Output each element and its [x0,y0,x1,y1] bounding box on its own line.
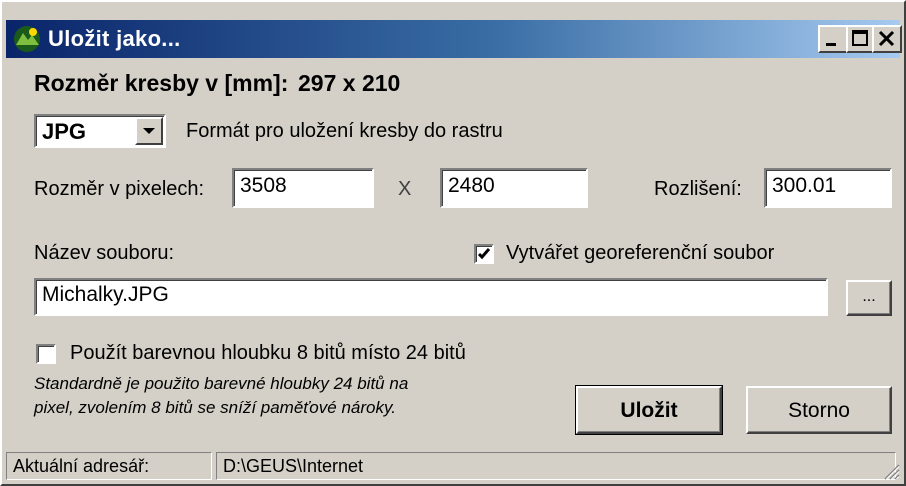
chevron-down-icon [143,128,155,134]
format-description: Formát pro uložení kresby do rastru [186,120,503,142]
format-select[interactable]: JPG [34,114,166,148]
maximize-icon [852,30,868,46]
close-button[interactable] [872,25,902,53]
pixel-size-label: Rozměr v pixelech: [34,178,205,200]
status-directory-label: Aktuální adresář: [6,452,212,480]
color-depth-note: Standardně je použito barevné hloubky 24… [34,372,408,420]
resolution-input[interactable]: 300.01 [764,168,892,208]
georef-checkbox[interactable] [474,244,494,264]
minimize-icon [826,43,836,46]
format-dropdown-button[interactable] [135,117,163,145]
note-line-1: Standardně je použito barevné hloubky 24… [34,374,409,393]
save-button[interactable]: Uložit [575,385,723,435]
drawing-size-value: 297 x 210 [298,70,401,96]
browse-button[interactable]: ... [846,280,892,316]
pixel-height-input[interactable]: 2480 [440,168,588,208]
title-bar[interactable]: Uložit jako... [6,20,902,58]
filename-input[interactable]: Michalky.JPG [34,278,828,316]
pixel-width-input[interactable]: 3508 [232,168,374,208]
cancel-button[interactable]: Storno [746,386,892,434]
app-logo-icon [12,25,42,53]
resize-grip-icon[interactable] [882,462,900,480]
color-depth-label[interactable]: Použít barevnou hloubku 8 bitů místo 24 … [70,342,466,365]
close-icon [878,30,895,47]
drawing-size-label: Rozměr kresby v [mm]: [34,70,289,96]
status-bar: Aktuální adresář: D:\GEUS\Internet [4,450,902,482]
window-title: Uložit jako... [48,26,181,51]
pixel-size-separator: X [398,178,412,200]
minimize-button[interactable] [818,25,848,53]
color-depth-checkbox[interactable] [36,344,56,364]
format-selected-value: JPG [42,119,87,144]
note-line-2: pixel, zvolením 8 bitů se sníží paměťové… [34,398,396,417]
checkmark-icon [477,248,491,260]
filename-label: Název souboru: [34,242,175,264]
resolution-label: Rozlišení: [654,178,742,200]
status-directory-path: D:\GEUS\Internet [216,452,896,480]
georef-label[interactable]: Vytvářet georeferenční soubor [506,242,774,265]
